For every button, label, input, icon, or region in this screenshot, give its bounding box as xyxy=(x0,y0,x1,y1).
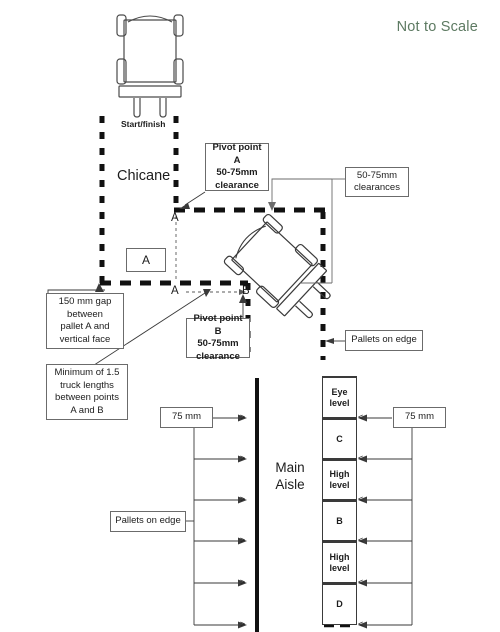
right-rack-dimension-arrows xyxy=(358,414,413,629)
a-to-b-guideline xyxy=(186,289,246,295)
rack-caret-4: < xyxy=(358,577,364,587)
rack-caret-5: < xyxy=(358,619,364,629)
aisle-caret-5: > xyxy=(240,619,246,629)
callout-pivot-point-b: Pivot point B 50-75mm clearance xyxy=(186,313,250,362)
rack-caret-0: < xyxy=(358,412,364,422)
diagram-canvas: Not to Scale Start/finish Chicane Main A… xyxy=(0,0,500,632)
leader-clearances xyxy=(268,178,345,284)
point-b-marker: B xyxy=(242,285,250,297)
rack-cell-0: Eye level xyxy=(322,376,357,418)
pallet-a-box: A xyxy=(126,248,166,272)
rack-cell-2: High level xyxy=(322,459,357,500)
rack-cell-1: C xyxy=(322,418,357,459)
dimension-75mm-left: 75 mm xyxy=(160,407,213,428)
callout-pallets-on-edge-right: Pallets on edge xyxy=(345,330,423,351)
callout-pallets-on-edge-left: Pallets on edge xyxy=(110,511,186,532)
forklift-truck-start xyxy=(116,14,184,118)
aisle-caret-3: > xyxy=(240,535,246,545)
aisle-caret-1: > xyxy=(240,453,246,463)
callout-150mm-gap: 150 mm gap between pallet A and vertical… xyxy=(46,293,124,349)
dimension-75mm-right: 75 mm xyxy=(393,407,446,428)
rack-cell-4: High level xyxy=(322,541,357,583)
rack-caret-2: < xyxy=(358,494,364,504)
rack-caret-3: < xyxy=(358,535,364,545)
leader-pivot-a xyxy=(179,191,206,209)
leader-pallets-right xyxy=(325,338,345,344)
main-aisle-label: Main Aisle xyxy=(275,460,305,492)
rack-cell-3: B xyxy=(322,500,357,541)
left-aisle-dimension-arrows xyxy=(193,414,247,629)
chicane-label: Chicane xyxy=(117,168,171,184)
callout-clearances: 50-75mm clearances xyxy=(345,167,409,197)
rack-cell-5: D xyxy=(322,583,357,625)
aisle-caret-0: > xyxy=(240,412,246,422)
callout-pivot-point-a: Pivot point A 50-75mm clearance xyxy=(205,142,269,191)
callout-truck-lengths: Minimum of 1.5 truck lengths between poi… xyxy=(46,364,128,420)
point-a-upper-marker: A xyxy=(171,212,179,224)
aisle-caret-2: > xyxy=(240,494,246,504)
aisle-caret-4: > xyxy=(240,577,246,587)
point-a-lower-marker: A xyxy=(171,285,179,297)
start-finish-label: Start/finish xyxy=(121,119,166,129)
not-to-scale-note: Not to Scale xyxy=(396,19,478,35)
rack-caret-1: < xyxy=(358,453,364,463)
